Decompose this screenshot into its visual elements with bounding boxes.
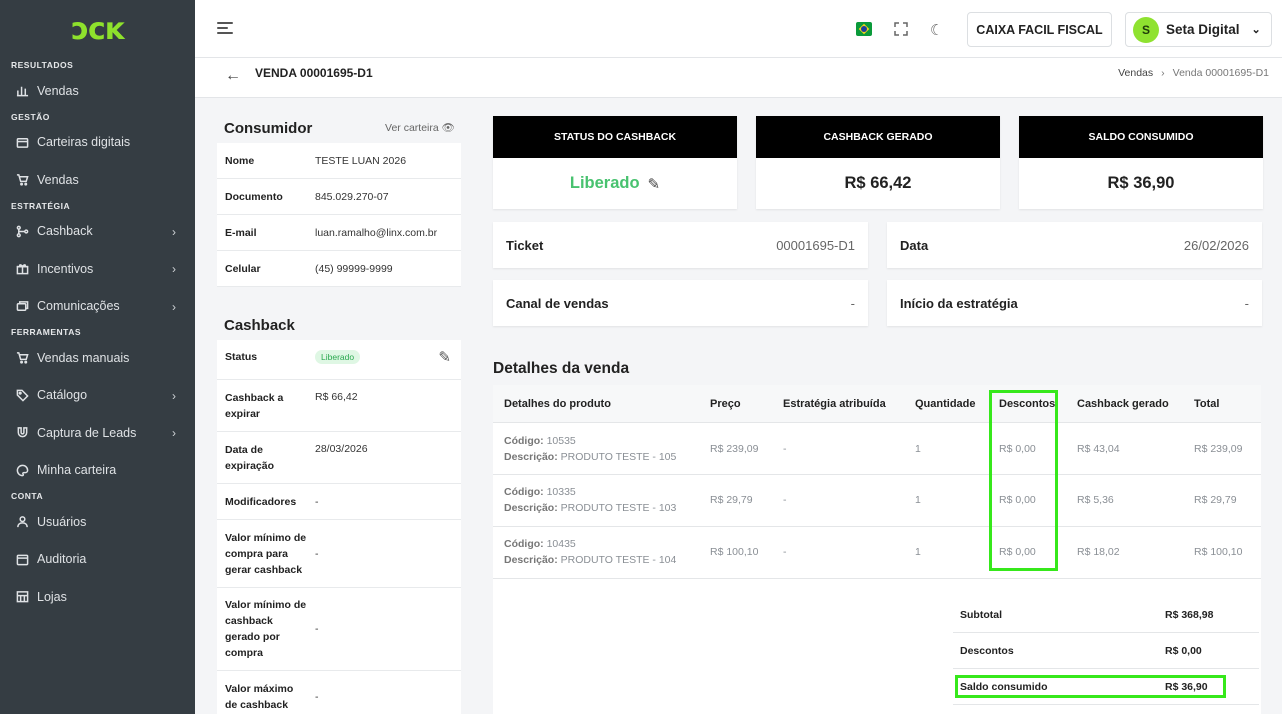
sidebar: ɔcĸ RESULTADOS Vendas GESTÃO Carteiras d… [0, 0, 195, 714]
cashback-row-maximo: Valor máximo de cashback - [217, 671, 461, 714]
kpi-cashback-gerado: CASHBACK GERADO R$ 66,42 [756, 116, 1000, 209]
sidebar-item-minha-carteira[interactable]: Minha carteira [0, 452, 195, 490]
info-canal: Canal de vendas - [493, 280, 868, 326]
edit-pencil-icon[interactable]: ✎ [648, 175, 661, 193]
section-resultados: RESULTADOS [11, 60, 74, 70]
sidebar-item-auditoria[interactable]: Auditoria [0, 541, 195, 579]
fullscreen-icon[interactable] [894, 22, 908, 36]
sidebar-item-lojas[interactable]: Lojas [0, 578, 195, 616]
section-gestao: GESTÃO [11, 111, 50, 122]
table-row: Código: 10535 Descrição: PRODUTO TESTE -… [493, 423, 1261, 475]
user-icon [15, 515, 29, 529]
info-inicio-estrategia: Início da estratégia - [887, 280, 1262, 326]
table-header: Detalhes do produto Preço Estratégia atr… [493, 385, 1261, 423]
sidebar-item-usuarios[interactable]: Usuários [0, 503, 195, 541]
section-estrategia: ESTRATÉGIA [11, 200, 71, 211]
ver-carteira-link[interactable]: Ver carteira 👁 [385, 121, 455, 134]
gift-icon [15, 262, 29, 276]
chevron-right-icon: › [172, 224, 176, 239]
sidebar-item-vendas-manuais[interactable]: Vendas manuais [0, 339, 195, 377]
table-row: Código: 10335 Descrição: PRODUTO TESTE -… [493, 475, 1261, 527]
cashback-row-expiracao: Data de expiração 28/03/2026 [217, 432, 461, 484]
cashback-card: Cashback Status Liberado ✎ Cashback a ex… [217, 313, 461, 714]
chevron-right-icon: › [172, 426, 176, 440]
consumer-card: Consumidor Ver carteira 👁 Nome TESTE LUAN… [217, 116, 461, 287]
cashback-row-status: Status Liberado ✎ [217, 340, 461, 380]
sidebar-item-incentivos[interactable]: Incentivos › [0, 250, 195, 288]
store-icon [15, 590, 29, 604]
consumer-row-nome: Nome TESTE LUAN 2026 [217, 143, 461, 179]
chevron-down-icon: ⌄ [1251, 24, 1261, 36]
cart-icon [15, 173, 29, 187]
kpi-saldo-consumido: SALDO CONSUMIDO R$ 36,90 [1019, 116, 1263, 209]
app-logo[interactable]: ɔcĸ [0, 0, 195, 58]
palette-icon [15, 463, 29, 477]
user-name: Seta Digital [1166, 22, 1240, 37]
breadcrumb-link-vendas[interactable]: Vendas [1118, 67, 1153, 79]
sidebar-item-vendas-gestao[interactable]: Vendas [0, 161, 195, 199]
sidebar-item-cashback[interactable]: Cashback › [0, 213, 195, 251]
topbar: ☾ CAIXA FACIL FISCAL S Seta Digital ⌄ [195, 0, 1282, 58]
eye-icon: 👁 [441, 122, 455, 134]
cashback-row-modificadores: Modificadores - [217, 484, 461, 520]
info-ticket: Ticket 00001695-D1 [493, 222, 868, 268]
status-badge: Liberado [315, 350, 361, 364]
branch-icon [15, 224, 29, 238]
dark-mode-icon[interactable]: ☾ [930, 21, 943, 39]
sidebar-item-carteiras[interactable]: Carteiras digitais [0, 124, 195, 162]
breadcrumb: Vendas › Venda 00001695-D1 [1118, 67, 1269, 79]
summary-subtotal: Subtotal R$ 368,98 [953, 597, 1259, 633]
kpi-saldo-value: R$ 36,90 [1107, 174, 1175, 192]
menu-toggle-icon[interactable] [217, 22, 233, 37]
saldo-highlight [955, 675, 1226, 698]
chevron-right-icon: › [172, 262, 176, 276]
consumer-title: Consumidor [224, 120, 313, 137]
messages-icon [15, 299, 29, 313]
section-ferramentas: FERRAMENTAS [11, 327, 82, 337]
cashback-title: Cashback [224, 317, 295, 334]
kpi-status-cashback: STATUS DO CASHBACK Liberado ✎ [493, 116, 737, 209]
summary-descontos: Descontos R$ 0,00 [953, 633, 1259, 669]
wallet-icon [15, 135, 29, 149]
sidebar-item-captura[interactable]: Captura de Leads › [0, 414, 195, 452]
table-row: Código: 10435 Descrição: PRODUTO TESTE -… [493, 527, 1261, 579]
consumer-row-email: E-mail luan.ramalho@linx.com.br [217, 215, 461, 251]
cashback-row-expirar: Cashback a expirar R$ 66,42 [217, 380, 461, 432]
chevron-right-icon: › [172, 299, 176, 314]
consumer-row-celular: Celular (45) 99999-9999 [217, 251, 461, 287]
sidebar-item-vendas-resultados[interactable]: Vendas [0, 72, 195, 110]
edit-pencil-icon[interactable]: ✎ [438, 348, 451, 366]
magnet-icon [15, 426, 29, 440]
details-title: Detalhes da venda [493, 360, 630, 377]
sidebar-item-catalogo[interactable]: Catálogo › [0, 377, 195, 415]
page-title: VENDA 00001695-D1 [255, 66, 373, 80]
cashback-row-minimo-gerado: Valor mínimo de cashback gerado por comp… [217, 588, 461, 671]
brazil-flag-icon[interactable] [856, 22, 872, 36]
page-header: ← VENDA 00001695-D1 Vendas › Venda 0000169… [195, 58, 1282, 98]
store-selector-button[interactable]: CAIXA FACIL FISCAL [967, 12, 1112, 47]
calendar-icon [15, 552, 29, 566]
tag-icon [15, 388, 29, 402]
kpi-gerado-value: R$ 66,42 [844, 174, 912, 192]
breadcrumb-current: Venda 00001695-D1 [1172, 67, 1269, 79]
cart-icon [15, 351, 29, 365]
kpi-status-value: Liberado [569, 174, 640, 192]
chevron-right-icon: › [172, 388, 176, 403]
info-data: Data 26/02/2026 [887, 222, 1262, 268]
breadcrumb-separator-icon: › [1161, 67, 1165, 79]
section-conta: CONTA [11, 491, 44, 501]
back-arrow-icon[interactable]: ← [225, 67, 241, 85]
avatar: S [1133, 16, 1159, 43]
bar-chart-icon [15, 84, 29, 98]
consumer-row-documento: Documento 845.029.270-07 [217, 179, 461, 215]
sidebar-item-comunicacoes[interactable]: Comunicações › [0, 288, 195, 326]
descontos-highlight [989, 390, 1058, 571]
cashback-row-minimo-compra: Valor mínimo de compra para gerar cashba… [217, 520, 461, 588]
user-menu-button[interactable]: S Seta Digital ⌄ [1125, 12, 1272, 47]
